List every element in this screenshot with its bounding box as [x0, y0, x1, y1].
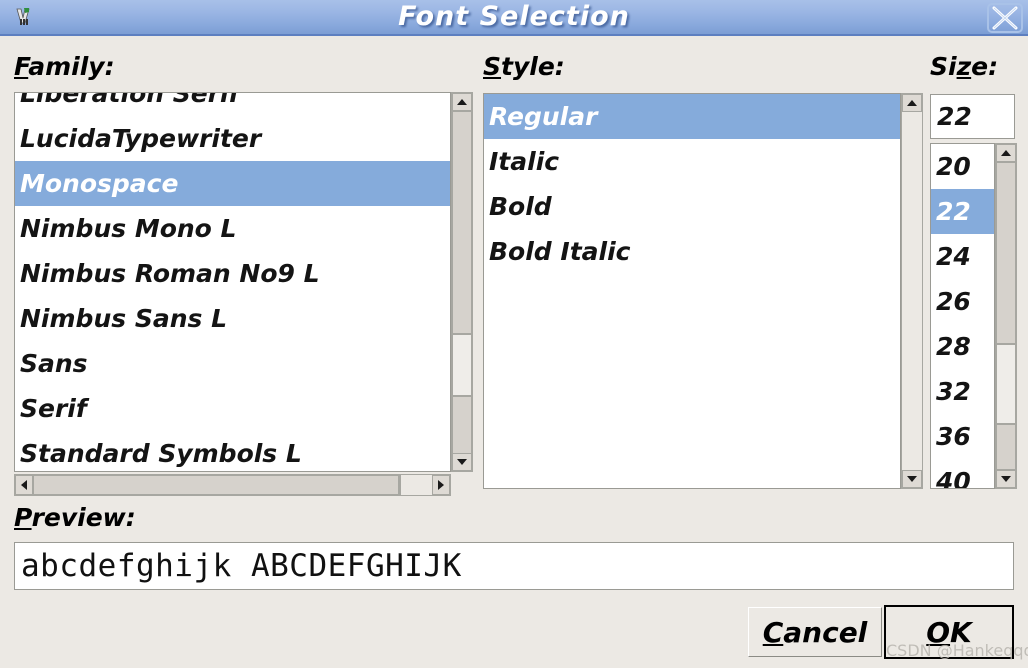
- size-label-accel: z: [956, 52, 972, 81]
- family-list-item-label: Standard Symbols L: [20, 439, 302, 468]
- size-scroll-thumb-lower[interactable]: [996, 424, 1016, 470]
- style-label: Style:: [483, 52, 565, 81]
- window-title: Font Selection: [398, 1, 630, 32]
- size-list-item-label: 40: [936, 467, 971, 489]
- family-label-accel: F: [14, 52, 29, 81]
- style-list-item-label: Regular: [489, 102, 598, 131]
- size-list-item-label: 22: [936, 197, 971, 226]
- family-list-item[interactable]: Nimbus Mono L: [15, 206, 450, 251]
- font-selection-dialog: Font Selection Family: Liberation Serif L…: [0, 0, 1028, 668]
- size-list-item-label: 20: [936, 152, 971, 181]
- triangle-down-icon: [457, 459, 467, 465]
- triangle-up-icon: [457, 99, 467, 105]
- triangle-left-icon: [21, 480, 27, 490]
- size-input[interactable]: 22: [930, 94, 1015, 139]
- size-list-item-label: 26: [936, 287, 971, 316]
- style-list-item[interactable]: Bold Italic: [484, 229, 900, 274]
- size-scroll-thumb-upper[interactable]: [996, 162, 1016, 344]
- triangle-up-icon: [1001, 150, 1011, 156]
- size-list-item[interactable]: 40: [931, 459, 994, 489]
- style-list-item-label: Bold Italic: [489, 237, 631, 266]
- cancel-button[interactable]: Cancel: [748, 607, 882, 657]
- family-hscroll-track-left[interactable]: [33, 475, 399, 495]
- size-scroll-thumb[interactable]: [996, 344, 1016, 424]
- family-list-item[interactable]: Liberation Serif: [15, 92, 450, 116]
- size-list-item[interactable]: 22: [931, 189, 994, 234]
- size-list-item[interactable]: 26: [931, 279, 994, 324]
- size-list-item-label: 24: [936, 242, 971, 271]
- style-scroll-down-arrow[interactable]: [902, 470, 922, 488]
- title-bar: Font Selection: [0, 0, 1028, 36]
- size-list-item-label: 32: [936, 377, 971, 406]
- family-list-item[interactable]: Monospace: [15, 161, 450, 206]
- style-list-item[interactable]: Bold: [484, 184, 900, 229]
- style-list-item[interactable]: Regular: [484, 94, 900, 139]
- family-list-item-label: Nimbus Roman No9 L: [20, 259, 320, 288]
- cancel-rest: ancel: [783, 615, 868, 649]
- ok-button[interactable]: OK: [884, 605, 1014, 659]
- preview-field[interactable]: abcdefghijk ABCDEFGHIJK: [14, 542, 1014, 590]
- style-list-item[interactable]: Italic: [484, 139, 900, 184]
- size-list-item-label: 28: [936, 332, 971, 361]
- ok-rest: K: [950, 615, 972, 649]
- size-vertical-scrollbar[interactable]: [995, 143, 1017, 489]
- size-listbox[interactable]: 20 22 24 26 28 32 36 40: [930, 143, 995, 489]
- family-scroll-left-arrow[interactable]: [15, 475, 33, 495]
- size-list-item[interactable]: 24: [931, 234, 994, 279]
- family-vertical-scrollbar[interactable]: [451, 92, 473, 472]
- style-listbox[interactable]: Regular Italic Bold Bold Italic: [483, 93, 901, 489]
- size-label-rest: e:: [971, 52, 999, 81]
- app-icon: [12, 6, 34, 28]
- family-list-item-label: Nimbus Sans L: [20, 304, 228, 333]
- family-scroll-thumb[interactable]: [452, 334, 472, 396]
- family-hscroll-gap: [399, 475, 401, 495]
- family-list-item[interactable]: Nimbus Sans L: [15, 296, 450, 341]
- size-scroll-up-arrow[interactable]: [996, 144, 1016, 162]
- style-label-accel: S: [483, 52, 502, 81]
- family-horizontal-scrollbar[interactable]: [14, 474, 451, 496]
- family-list-item-label: Sans: [20, 349, 88, 378]
- preview-label: Preview:: [14, 503, 136, 532]
- size-list-item[interactable]: 28: [931, 324, 994, 369]
- preview-label-rest: review:: [31, 503, 136, 532]
- close-x-icon[interactable]: [985, 3, 1025, 33]
- family-listbox[interactable]: Liberation Serif LucidaTypewriter Monospac…: [14, 92, 451, 472]
- size-label-pre: Si: [930, 52, 957, 81]
- family-scroll-up-arrow[interactable]: [452, 93, 472, 111]
- family-list-item-label: Liberation Serif: [20, 92, 240, 108]
- style-list-item-label: Italic: [489, 147, 560, 176]
- family-list-item[interactable]: Sans: [15, 341, 450, 386]
- size-scroll-down-arrow[interactable]: [996, 470, 1016, 488]
- triangle-down-icon: [907, 476, 917, 482]
- triangle-down-icon: [1001, 476, 1011, 482]
- family-list-item[interactable]: Nimbus Roman No9 L: [15, 251, 450, 296]
- family-list-item[interactable]: LucidaTypewriter: [15, 116, 450, 161]
- size-list-item-label: 36: [936, 422, 971, 451]
- family-label: Family:: [14, 52, 115, 81]
- family-list-item[interactable]: Serif: [15, 386, 450, 431]
- family-scroll-right-arrow[interactable]: [432, 475, 450, 495]
- ok-accel: O: [926, 615, 951, 649]
- family-list-item-label: Nimbus Mono L: [20, 214, 237, 243]
- triangle-up-icon: [907, 100, 917, 106]
- size-list-item[interactable]: 20: [931, 144, 994, 189]
- family-list-item-label: Monospace: [20, 169, 179, 198]
- cancel-accel: C: [762, 615, 784, 649]
- triangle-right-icon: [438, 480, 444, 490]
- preview-label-accel: P: [14, 503, 32, 532]
- family-list-item[interactable]: Standard Symbols L: [15, 431, 450, 471]
- family-label-rest: amily:: [28, 52, 115, 81]
- family-scroll-thumb-upper[interactable]: [452, 111, 472, 334]
- family-list-item-label: LucidaTypewriter: [20, 124, 262, 153]
- family-scroll-down-arrow[interactable]: [452, 453, 472, 471]
- size-list-item[interactable]: 32: [931, 369, 994, 414]
- size-label: Size:: [930, 52, 998, 81]
- style-list-item-label: Bold: [489, 192, 552, 221]
- style-label-rest: tyle:: [501, 52, 565, 81]
- style-vertical-scrollbar[interactable]: [901, 93, 923, 489]
- family-list-item-label: Serif: [20, 394, 87, 423]
- style-scroll-up-arrow[interactable]: [902, 94, 922, 112]
- size-list-item[interactable]: 36: [931, 414, 994, 459]
